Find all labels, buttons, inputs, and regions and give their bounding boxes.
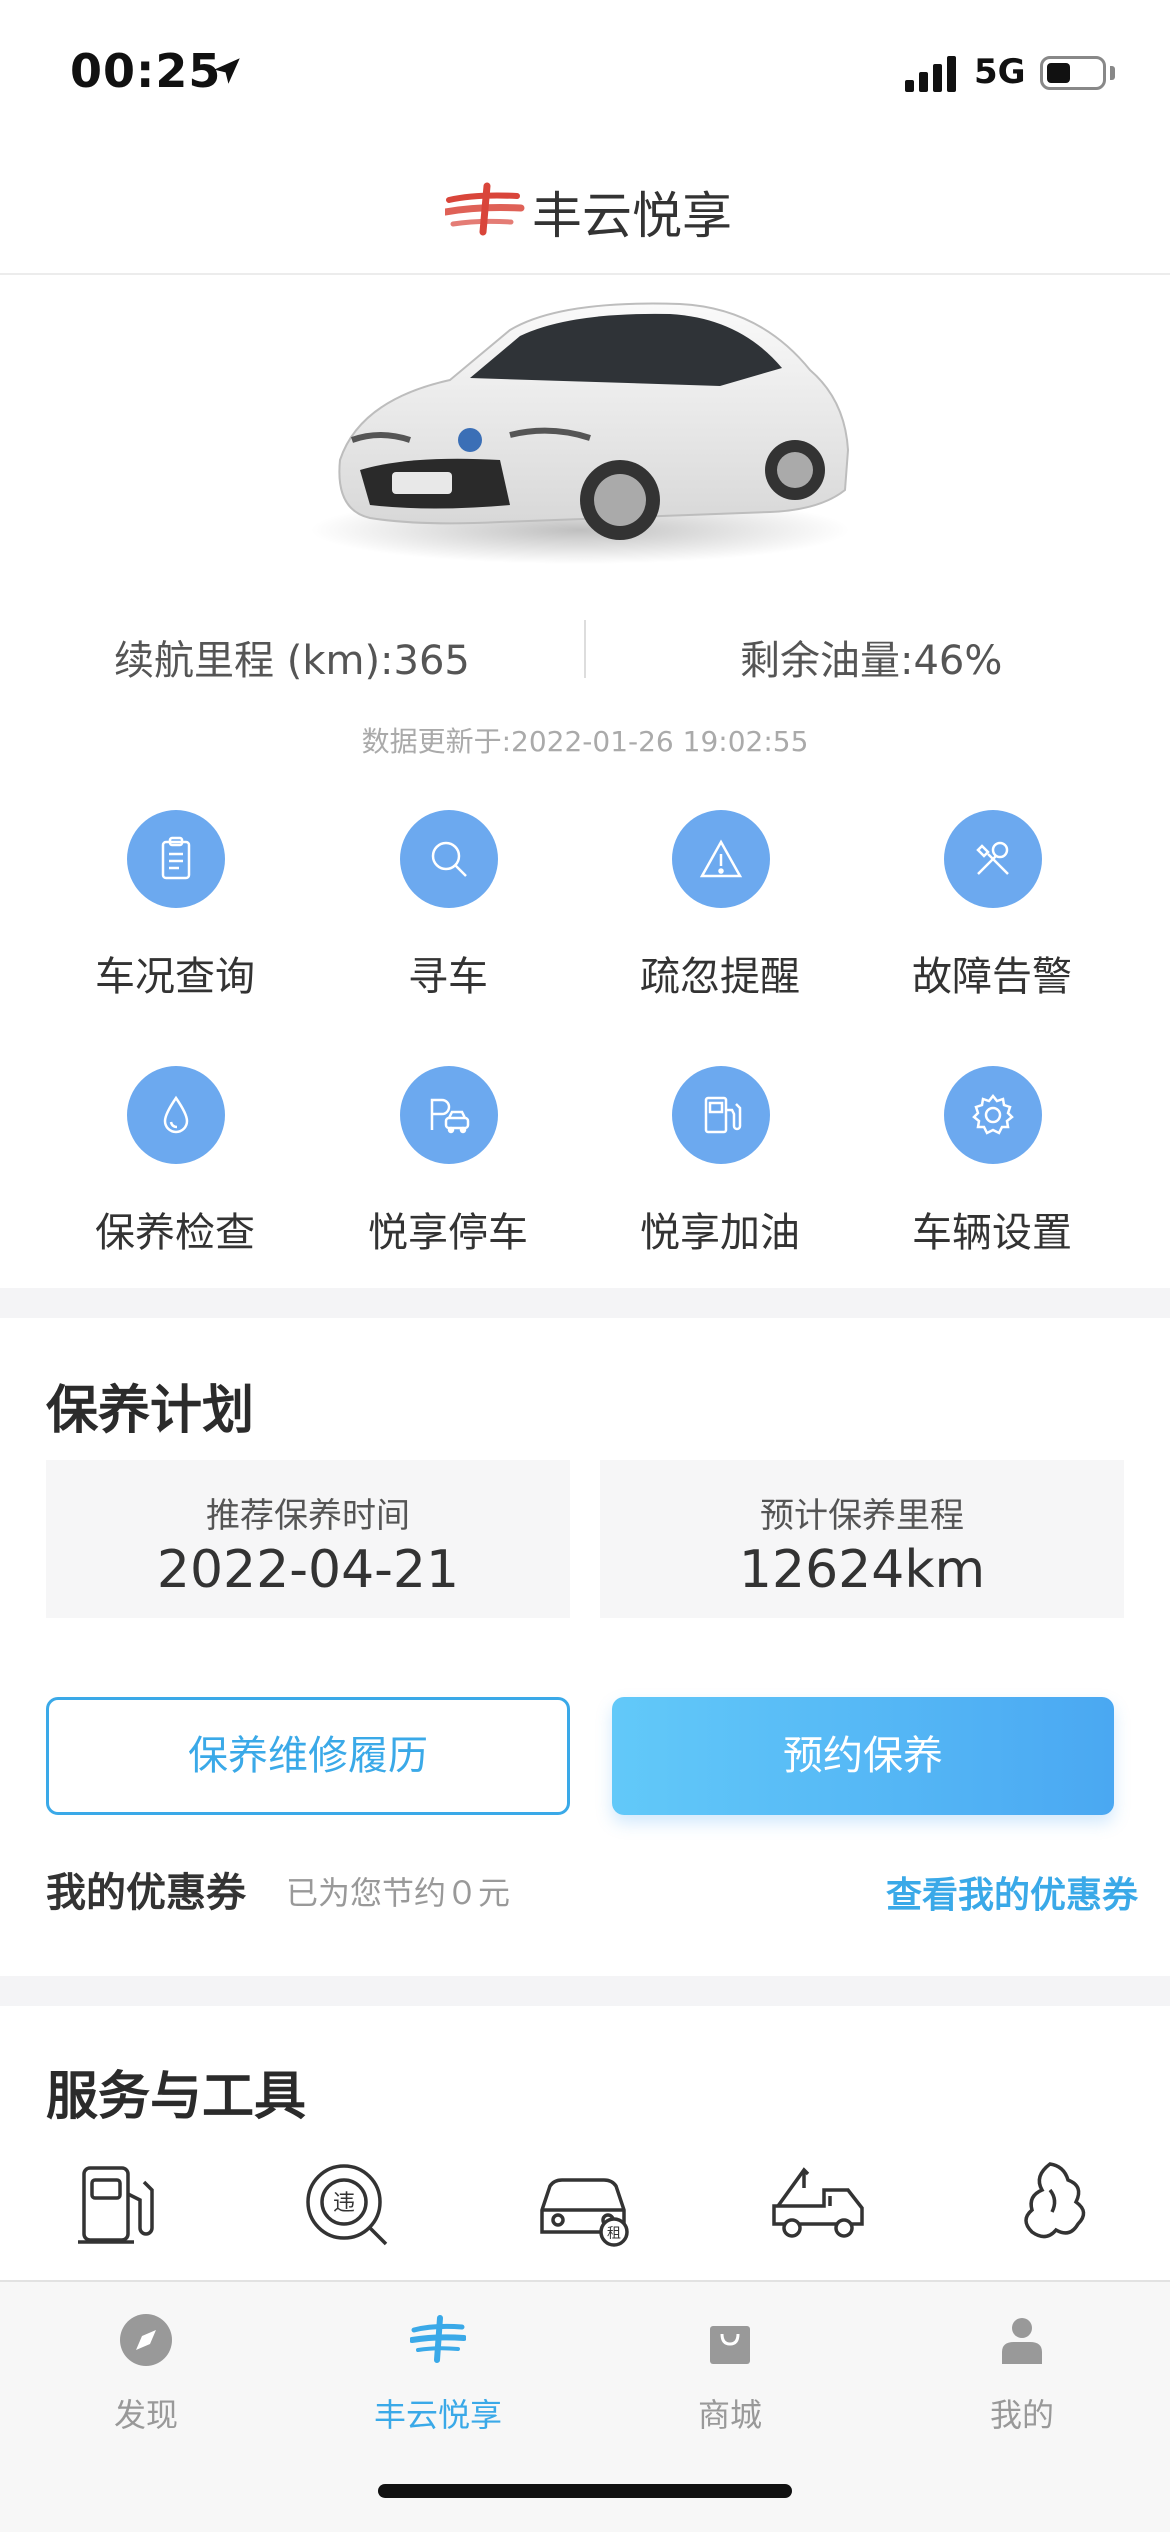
svg-text:违: 违 bbox=[333, 2191, 355, 2216]
app-header: 丰云悦享 bbox=[0, 140, 1170, 275]
car-rental-icon: 租 bbox=[540, 2178, 629, 2247]
tool-scenic[interactable] bbox=[998, 2150, 1108, 2260]
vehicle-image bbox=[310, 302, 850, 564]
fuel-pump-icon bbox=[704, 1096, 742, 1134]
user-icon bbox=[1002, 2318, 1042, 2364]
compass-icon bbox=[120, 2314, 172, 2366]
vehicle-stats: 续航里程 (km):365 剩余油量:46% bbox=[0, 620, 1170, 690]
battery-icon bbox=[1040, 56, 1106, 90]
app-screen: 00:25 5G 丰云悦享 续航里程 (km):365 剩余油量:46% 数据更… bbox=[0, 0, 1170, 2532]
svg-text:租: 租 bbox=[607, 2226, 621, 2242]
grid-label: 保养检查 bbox=[95, 1210, 255, 1256]
section-title-plan: 保养计划 bbox=[46, 1381, 255, 1441]
grid-item-reminder[interactable]: 疏忽提醒 bbox=[584, 810, 856, 1030]
tab-profile[interactable]: 我的 bbox=[876, 2282, 1168, 2462]
tool-fuel-station[interactable] bbox=[64, 2150, 174, 2260]
grid-label: 疏忽提醒 bbox=[640, 954, 800, 1000]
coupon-title: 我的优惠券 bbox=[46, 1870, 246, 1916]
grid-item-vehicle-settings[interactable]: 车辆设置 bbox=[856, 1066, 1128, 1286]
section-separator bbox=[0, 1976, 1170, 2006]
grid-item-find-car[interactable]: 寻车 bbox=[312, 810, 584, 1030]
coupon-savings: 已为您节约０元 bbox=[286, 1874, 511, 1912]
status-bar: 00:25 5G bbox=[0, 0, 1170, 140]
tab-label: 发现 bbox=[113, 2396, 178, 2434]
tab-mall[interactable]: 商城 bbox=[584, 2282, 876, 2462]
tool-violation-query[interactable]: 违 bbox=[292, 2150, 402, 2260]
fengyun-logo-icon bbox=[410, 2315, 466, 2363]
grid-label: 车辆设置 bbox=[912, 1210, 1072, 1256]
scenic-icon bbox=[1024, 2162, 1086, 2239]
cellular-signal-icon bbox=[905, 56, 957, 92]
coupon-row: 我的优惠券 已为您节约０元 查看我的优惠券 bbox=[0, 1860, 1170, 1920]
parking-icon bbox=[430, 1098, 470, 1134]
search-icon bbox=[431, 841, 467, 877]
grid-item-refuel[interactable]: 悦享加油 bbox=[584, 1066, 856, 1286]
tool-car-rental[interactable]: 租 bbox=[528, 2150, 638, 2260]
tab-home[interactable]: 丰云悦享 bbox=[292, 2282, 584, 2462]
range-stat: 续航里程 (km):365 bbox=[114, 638, 470, 684]
grid-label: 悦享停车 bbox=[368, 1210, 528, 1256]
fuel-stat: 剩余油量:46% bbox=[740, 638, 1003, 684]
tab-label: 我的 bbox=[989, 2396, 1054, 2434]
section-title-services: 服务与工具 bbox=[46, 2067, 307, 2127]
tow-truck-icon bbox=[772, 2167, 864, 2238]
battery-tip bbox=[1110, 66, 1115, 80]
clipboard-icon bbox=[161, 836, 191, 880]
book-maintenance-button[interactable]: 预约保养 bbox=[612, 1697, 1114, 1815]
section-separator bbox=[0, 1288, 1170, 1318]
card-value: 2022-04-21 bbox=[156, 1540, 460, 1600]
tab-label: 商城 bbox=[697, 2396, 762, 2434]
card-value: 12624km bbox=[738, 1540, 986, 1600]
grid-label: 车况查询 bbox=[95, 954, 255, 1000]
view-coupons-link[interactable]: 查看我的优惠券 bbox=[886, 1866, 1138, 1918]
status-time: 00:25 bbox=[70, 44, 222, 98]
card-label: 推荐保养时间 bbox=[206, 1496, 410, 1536]
grid-item-maintenance-check[interactable]: 保养检查 bbox=[39, 1066, 311, 1286]
fengyun-logo-icon bbox=[445, 182, 525, 236]
network-type: 5G bbox=[974, 52, 1026, 92]
home-indicator bbox=[378, 2484, 792, 2498]
grid-item-vehicle-status[interactable]: 车况查询 bbox=[39, 810, 311, 1030]
tab-label: 丰云悦享 bbox=[373, 2396, 502, 2434]
tool-road-rescue[interactable] bbox=[764, 2150, 874, 2260]
card-label: 预计保养里程 bbox=[760, 1496, 964, 1536]
fuel-station-icon bbox=[78, 2166, 154, 2244]
shopping-bag-icon bbox=[710, 2326, 750, 2364]
tools-icon bbox=[976, 841, 1009, 875]
grid-label: 寻车 bbox=[408, 954, 488, 1000]
gear-icon bbox=[972, 1093, 1014, 1135]
tab-discover[interactable]: 发现 bbox=[0, 2282, 292, 2462]
recommended-time-card: 推荐保养时间 2022-04-21 bbox=[46, 1460, 570, 1618]
grid-item-parking[interactable]: 悦享停车 bbox=[312, 1066, 584, 1286]
app-title: 丰云悦享 bbox=[532, 187, 732, 245]
grid-label: 故障告警 bbox=[912, 954, 1072, 1000]
maintenance-history-button[interactable]: 保养维修履历 bbox=[46, 1697, 570, 1815]
grid-item-fault-alert[interactable]: 故障告警 bbox=[856, 810, 1128, 1030]
location-arrow-icon bbox=[214, 58, 240, 84]
violation-search-icon: 违 bbox=[306, 2164, 388, 2246]
grid-label: 悦享加油 bbox=[640, 1210, 800, 1256]
warning-icon bbox=[699, 839, 743, 878]
expected-mileage-card: 预计保养里程 12624km bbox=[600, 1460, 1124, 1618]
data-update-time: 数据更新于:2022-01-26 19:02:55 bbox=[361, 725, 809, 758]
drop-icon bbox=[163, 1095, 189, 1134]
stats-divider bbox=[584, 620, 586, 678]
